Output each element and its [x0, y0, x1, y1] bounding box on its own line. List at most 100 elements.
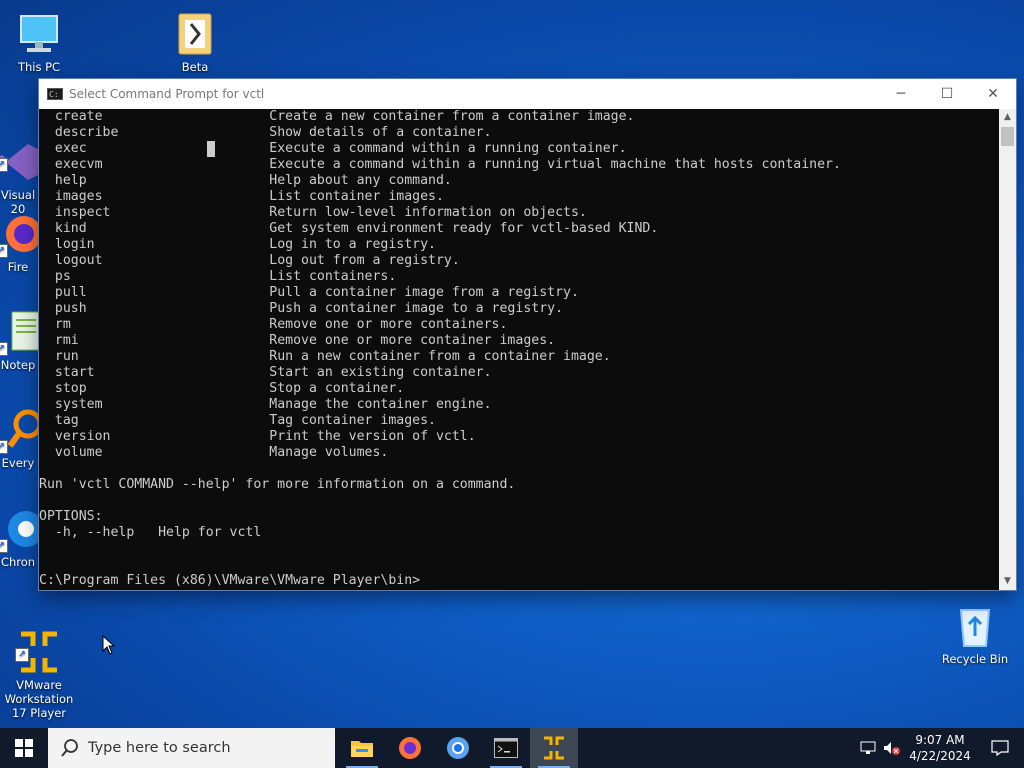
desktop-icon-recycle-bin[interactable]: Recycle Bin [937, 602, 1013, 666]
console-command-row: tag Tag container images. [39, 413, 841, 429]
taskbar-command-prompt[interactable] [482, 728, 530, 768]
window-titlebar[interactable]: C: Select Command Prompt for vctl ─ ☐ ✕ [39, 79, 1016, 109]
folder-icon [171, 10, 219, 58]
desktop-icon-this-pc[interactable]: This PC [1, 10, 77, 74]
command-name: tag [39, 413, 270, 428]
scroll-thumb[interactable] [1001, 127, 1014, 146]
command-description: Run a new container from a container ima… [269, 349, 611, 364]
command-name: system [39, 397, 270, 412]
command-name: version [39, 429, 270, 444]
command-name: ps [39, 269, 270, 284]
taskbar-chrome[interactable] [434, 728, 482, 768]
desktop-icon-label: This PC [17, 60, 61, 74]
console-options-line: -h, --help Help for vctl [39, 525, 262, 540]
network-icon[interactable] [856, 741, 880, 755]
firefox-icon [399, 737, 421, 759]
command-name: kind [39, 221, 270, 236]
windows-logo-icon [15, 739, 33, 757]
scroll-up-icon[interactable]: ▲ [999, 109, 1016, 126]
taskbar-search-box[interactable]: Type here to search [48, 728, 335, 768]
command-name: describe [39, 125, 270, 140]
console-command-row: inspect Return low-level information on … [39, 205, 841, 221]
taskbar-clock[interactable]: 9:07 AM 4/22/2024 [904, 732, 976, 764]
close-button[interactable]: ✕ [970, 79, 1016, 109]
console-command-row: login Log in to a registry. [39, 237, 841, 253]
command-name: execvm [39, 157, 270, 172]
command-description: Manage the container engine. [269, 397, 492, 412]
console-command-row: exec Execute a command within a running … [39, 141, 841, 157]
console-command-row: version Print the version of vctl. [39, 429, 841, 445]
window-title: Select Command Prompt for vctl [69, 87, 265, 101]
desktop-icon-vmware-player[interactable]: ↗ VMware Workstation 17 Player [1, 600, 77, 734]
command-description: Manage volumes. [269, 445, 389, 460]
text-cursor [207, 141, 215, 157]
vertical-scrollbar[interactable]: ▲ ▼ [999, 109, 1016, 590]
command-description: Create a new container from a container … [269, 109, 635, 124]
shortcut-arrow-icon: ↗ [0, 342, 8, 356]
vmware-icon: ↗ [15, 614, 63, 673]
command-description: Push a container image to a registry. [269, 301, 564, 316]
taskbar-firefox[interactable] [386, 728, 434, 768]
scroll-down-icon[interactable]: ▼ [999, 573, 1016, 590]
console-help-hint: Run 'vctl COMMAND --help' for more infor… [39, 477, 516, 492]
command-name: start [39, 365, 270, 380]
command-description: Remove one or more container images. [269, 333, 556, 348]
command-description: Get system environment ready for vctl-ba… [269, 221, 659, 236]
command-description: Log out from a registry. [269, 253, 460, 268]
console-output[interactable]: create Create a new container from a con… [39, 109, 999, 590]
command-description: Return low-level information on objects. [269, 205, 587, 220]
console-command-row: rm Remove one or more containers. [39, 317, 841, 333]
desktop-icon-beta[interactable]: Beta [157, 10, 233, 74]
command-description: Show details of a container. [269, 125, 492, 140]
command-name: inspect [39, 205, 270, 220]
command-description: List container images. [269, 189, 444, 204]
console-command-row: execvm Execute a command within a runnin… [39, 157, 841, 173]
console-command-row: rmi Remove one or more container images. [39, 333, 841, 349]
command-description: Start an existing container. [269, 365, 492, 380]
command-description: Remove one or more containers. [269, 317, 508, 332]
console-command-row: images List container images. [39, 189, 841, 205]
volume-muted-icon[interactable] [880, 741, 904, 755]
shortcut-arrow-icon: ↗ [15, 648, 29, 662]
console-prompt: C:\Program Files (x86)\VMware\VMware Pla… [39, 573, 421, 588]
taskbar-vmware-player[interactable] [530, 728, 578, 768]
console-command-row: ps List containers. [39, 269, 841, 285]
maximize-button[interactable]: ☐ [924, 79, 970, 109]
start-button[interactable] [0, 728, 48, 768]
console-command-row: volume Manage volumes. [39, 445, 841, 461]
taskbar-file-explorer[interactable] [338, 728, 386, 768]
command-prompt-icon [494, 738, 518, 758]
shortcut-arrow-icon: ↗ [0, 539, 8, 553]
desktop-icon-label: VMware Workstation 17 Player [4, 678, 74, 720]
desktop-icon-label: Beta [181, 60, 209, 74]
minimize-button[interactable]: ─ [878, 79, 924, 109]
command-name: rmi [39, 333, 270, 348]
console-command-row: system Manage the container engine. [39, 397, 841, 413]
console-command-row: push Push a container image to a registr… [39, 301, 841, 317]
folder-icon [351, 741, 373, 757]
system-tray: 9:07 AM 4/22/2024 [856, 728, 1024, 768]
console-command-row: create Create a new container from a con… [39, 109, 841, 125]
console-options-header: OPTIONS: [39, 509, 103, 524]
command-name: help [39, 173, 270, 188]
command-name: logout [39, 253, 270, 268]
console-command-row: pull Pull a container image from a regis… [39, 285, 841, 301]
command-description: Help about any command. [269, 173, 452, 188]
command-name: push [39, 301, 270, 316]
command-name: rm [39, 317, 270, 332]
clock-time: 9:07 AM [915, 733, 965, 747]
command-prompt-window[interactable]: C: Select Command Prompt for vctl ─ ☐ ✕ … [39, 79, 1016, 590]
command-name: volume [39, 445, 270, 460]
shortcut-arrow-icon: ↗ [0, 158, 8, 172]
cmd-icon: C: [47, 88, 63, 100]
console-command-row: logout Log out from a registry. [39, 253, 841, 269]
command-description: Tag container images. [269, 413, 436, 428]
console-command-row: describe Show details of a container. [39, 125, 841, 141]
command-description: Print the version of vctl. [269, 429, 476, 444]
mouse-pointer-icon [102, 635, 116, 655]
notifications-icon[interactable] [976, 740, 1024, 756]
